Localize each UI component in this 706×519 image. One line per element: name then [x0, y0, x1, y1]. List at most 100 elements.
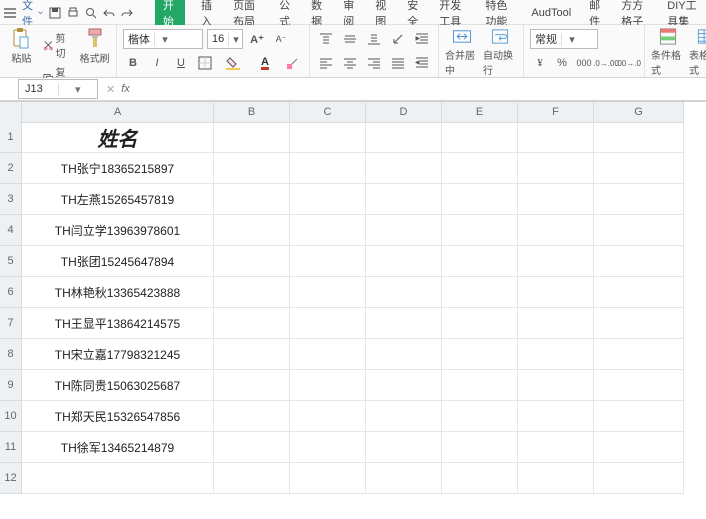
- cell[interactable]: [594, 339, 684, 370]
- redo-icon[interactable]: [121, 7, 133, 19]
- cell[interactable]: [594, 463, 684, 494]
- increase-indent-button[interactable]: [412, 30, 432, 48]
- align-middle-button[interactable]: [340, 30, 360, 48]
- cell[interactable]: [366, 463, 442, 494]
- number-format-combo[interactable]: 常规 ▾: [530, 29, 598, 49]
- cell[interactable]: [366, 277, 442, 308]
- align-top-button[interactable]: [316, 30, 336, 48]
- cell[interactable]: TH王显平13864214575: [22, 308, 214, 339]
- undo-icon[interactable]: [103, 7, 115, 19]
- cell[interactable]: [442, 184, 518, 215]
- cell[interactable]: [366, 215, 442, 246]
- cell[interactable]: [518, 401, 594, 432]
- cell[interactable]: TH徐军13465214879: [22, 432, 214, 463]
- cell[interactable]: [442, 308, 518, 339]
- cell[interactable]: TH张宁18365215897: [22, 153, 214, 184]
- cell[interactable]: [366, 153, 442, 184]
- percent-button[interactable]: %: [552, 54, 572, 72]
- cell[interactable]: [290, 122, 366, 153]
- conditional-format-button[interactable]: 条件格式: [651, 27, 685, 77]
- column-header[interactable]: D: [366, 102, 442, 123]
- cell[interactable]: [594, 246, 684, 277]
- align-center-button[interactable]: [340, 54, 360, 72]
- merge-center-button[interactable]: 合并居中: [445, 27, 479, 77]
- cell[interactable]: TH陈同贵15063025687: [22, 370, 214, 401]
- save-icon[interactable]: [49, 7, 61, 19]
- cell[interactable]: [442, 122, 518, 153]
- cell[interactable]: [214, 401, 290, 432]
- cell[interactable]: [214, 246, 290, 277]
- shrink-font-button[interactable]: A⁻: [271, 30, 291, 48]
- cell[interactable]: [442, 432, 518, 463]
- cell[interactable]: [290, 463, 366, 494]
- row-header[interactable]: 7: [0, 308, 22, 339]
- cell[interactable]: [214, 277, 290, 308]
- row-header[interactable]: 2: [0, 153, 22, 184]
- cell[interactable]: [442, 339, 518, 370]
- cell[interactable]: [290, 246, 366, 277]
- decrease-decimal-button[interactable]: .00→.0: [618, 54, 638, 72]
- cell[interactable]: [518, 215, 594, 246]
- column-header[interactable]: G: [594, 102, 684, 123]
- cell[interactable]: [594, 308, 684, 339]
- cell[interactable]: [518, 246, 594, 277]
- fx-icon[interactable]: fx: [121, 83, 130, 96]
- cell[interactable]: TH左燕15265457819: [22, 184, 214, 215]
- cell[interactable]: [518, 277, 594, 308]
- print-icon[interactable]: [67, 7, 79, 19]
- cell[interactable]: [290, 339, 366, 370]
- border-button[interactable]: [195, 54, 215, 72]
- wrap-text-button[interactable]: 自动换行: [483, 27, 517, 77]
- cell[interactable]: [518, 184, 594, 215]
- row-header[interactable]: 9: [0, 370, 22, 401]
- cell[interactable]: TH张团15245647894: [22, 246, 214, 277]
- row-header[interactable]: 11: [0, 432, 22, 463]
- cell[interactable]: [290, 401, 366, 432]
- menu-icon[interactable]: [4, 8, 16, 18]
- row-header[interactable]: 10: [0, 401, 22, 432]
- cell[interactable]: [518, 432, 594, 463]
- cell[interactable]: [442, 401, 518, 432]
- grow-font-button[interactable]: A⁺: [247, 30, 267, 48]
- cell[interactable]: [214, 122, 290, 153]
- cell[interactable]: [290, 432, 366, 463]
- row-header[interactable]: 6: [0, 277, 22, 308]
- cell[interactable]: [22, 463, 214, 494]
- row-header[interactable]: 8: [0, 339, 22, 370]
- cell[interactable]: [366, 432, 442, 463]
- cell[interactable]: [442, 463, 518, 494]
- cell[interactable]: [214, 339, 290, 370]
- cell[interactable]: [366, 401, 442, 432]
- cell[interactable]: [594, 277, 684, 308]
- orientation-button[interactable]: [388, 30, 408, 48]
- cell[interactable]: [442, 370, 518, 401]
- cell[interactable]: [214, 215, 290, 246]
- cell[interactable]: [518, 463, 594, 494]
- cell[interactable]: [518, 370, 594, 401]
- table-style-button[interactable]: 表格样式: [689, 27, 706, 77]
- row-header[interactable]: 3: [0, 184, 22, 215]
- italic-button[interactable]: I: [147, 54, 167, 72]
- font-name-combo[interactable]: 楷体 ▾: [123, 29, 203, 49]
- cell[interactable]: [214, 370, 290, 401]
- cell[interactable]: [290, 308, 366, 339]
- fill-color-button[interactable]: [219, 54, 247, 72]
- row-header[interactable]: 12: [0, 463, 22, 494]
- increase-decimal-button[interactable]: .0→.00: [596, 54, 616, 72]
- cell[interactable]: [594, 184, 684, 215]
- cell[interactable]: [594, 153, 684, 184]
- cell[interactable]: [214, 308, 290, 339]
- cell[interactable]: [366, 370, 442, 401]
- cell[interactable]: [214, 432, 290, 463]
- align-left-button[interactable]: [316, 54, 336, 72]
- cell[interactable]: [366, 308, 442, 339]
- column-header[interactable]: B: [214, 102, 290, 123]
- fx-cancel-icon[interactable]: ✕: [106, 83, 115, 96]
- cell[interactable]: [290, 277, 366, 308]
- paste-button[interactable]: 粘贴: [6, 27, 37, 65]
- cell[interactable]: [442, 246, 518, 277]
- cell[interactable]: [366, 122, 442, 153]
- cell[interactable]: [594, 122, 684, 153]
- font-color-button[interactable]: A: [251, 54, 279, 72]
- cell[interactable]: [518, 308, 594, 339]
